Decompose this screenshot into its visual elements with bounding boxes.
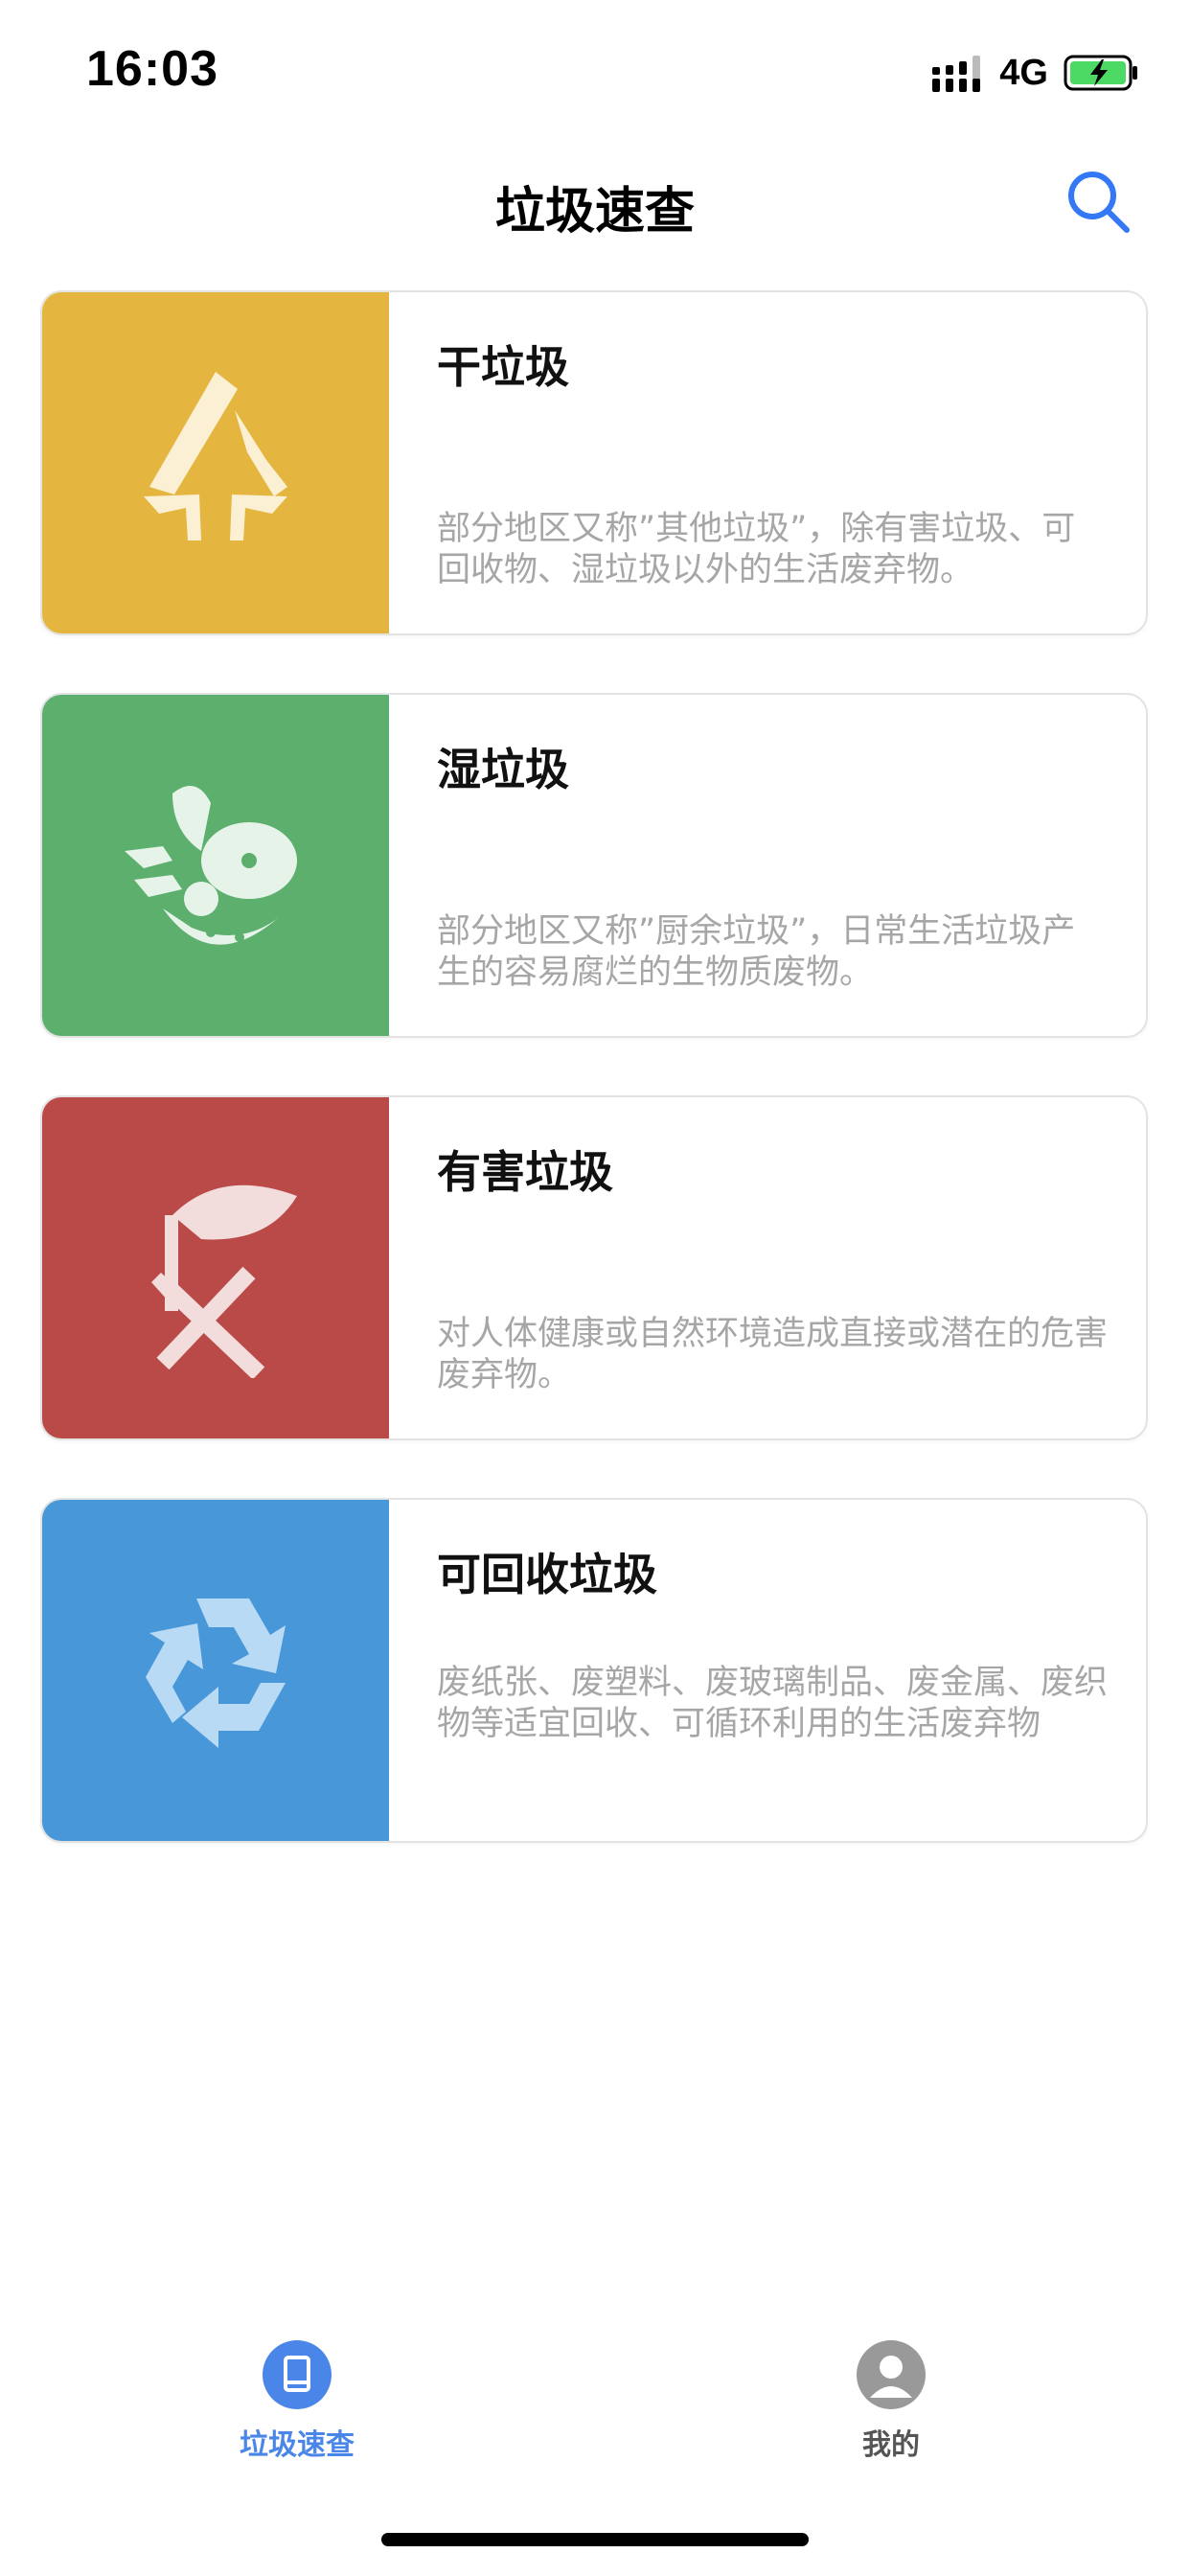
home-indicator[interactable] — [381, 2533, 809, 2546]
search-icon[interactable] — [1064, 167, 1133, 236]
book-icon — [263, 2340, 332, 2409]
recycle-icon — [146, 1598, 286, 1748]
category-description: 对人体健康或自然环境造成直接或潜在的危害废弃物。 — [437, 1315, 1109, 1394]
hazardous-waste-icon — [151, 1184, 297, 1378]
user-icon — [857, 2340, 926, 2409]
category-description: 部分地区又称”厨余垃圾”，日常生活垃圾产生的容易腐烂的生物质废物。 — [437, 912, 1076, 992]
network-type: 4G — [999, 52, 1048, 93]
category-icon-panel — [42, 1097, 389, 1438]
dry-waste-icon — [144, 372, 287, 540]
category-card-dry[interactable]: 干垃圾 部分地区又称”其他垃圾”，除有害垃圾、可回收物、湿垃圾以外的生活废弃物。 — [40, 290, 1148, 635]
signal-icon — [932, 56, 981, 92]
category-title: 湿垃圾 — [437, 744, 569, 795]
category-list: 干垃圾 部分地区又称”其他垃圾”，除有害垃圾、可回收物、湿垃圾以外的生活废弃物。 — [40, 290, 1148, 1900]
app-screen: 16:03 4G 垃圾速查 干垃圾 部分地区又称”其他垃圾”，除有害垃圾、可回收… — [0, 0, 1190, 2576]
category-description: 部分地区又称”其他垃圾”，除有害垃圾、可回收物、湿垃圾以外的生活废弃物。 — [437, 510, 1076, 589]
category-title: 干垃圾 — [437, 341, 569, 393]
category-description: 废纸张、废塑料、废玻璃制品、废金属、废织物等适宜回收、可循环利用的生活废弃物 — [437, 1664, 1109, 1743]
wet-waste-icon — [125, 786, 297, 945]
category-card-hazardous[interactable]: 有害垃圾 对人体健康或自然环境造成直接或潜在的危害废弃物。 — [40, 1095, 1148, 1440]
tab-mine[interactable]: 我的 — [747, 2338, 1035, 2463]
status-time: 16:03 — [86, 41, 218, 97]
category-icon-panel — [42, 292, 389, 633]
status-bar: 16:03 4G — [0, 0, 1190, 144]
category-icon-panel — [42, 1500, 389, 1841]
category-card-wet[interactable]: 湿垃圾 部分地区又称”厨余垃圾”，日常生活垃圾产生的容易腐烂的生物质废物。 — [40, 693, 1148, 1038]
category-icon-panel — [42, 695, 389, 1036]
tab-lookup[interactable]: 垃圾速查 — [153, 2338, 441, 2463]
category-card-recyclable[interactable]: 可回收垃圾 废纸张、废塑料、废玻璃制品、废金属、废织物等适宜回收、可循环利用的生… — [40, 1498, 1148, 1843]
page-title: 垃圾速查 — [494, 183, 695, 241]
category-title: 可回收垃圾 — [437, 1549, 657, 1600]
tab-bar: 垃圾速查 我的 — [0, 2338, 1190, 2482]
status-indicators: 4G — [932, 52, 1140, 94]
battery-icon — [1064, 55, 1137, 91]
category-title: 有害垃圾 — [437, 1146, 613, 1198]
tab-label: 垃圾速查 — [240, 2428, 355, 2462]
navigation-bar: 垃圾速查 — [0, 153, 1190, 249]
tab-label: 我的 — [862, 2428, 920, 2462]
